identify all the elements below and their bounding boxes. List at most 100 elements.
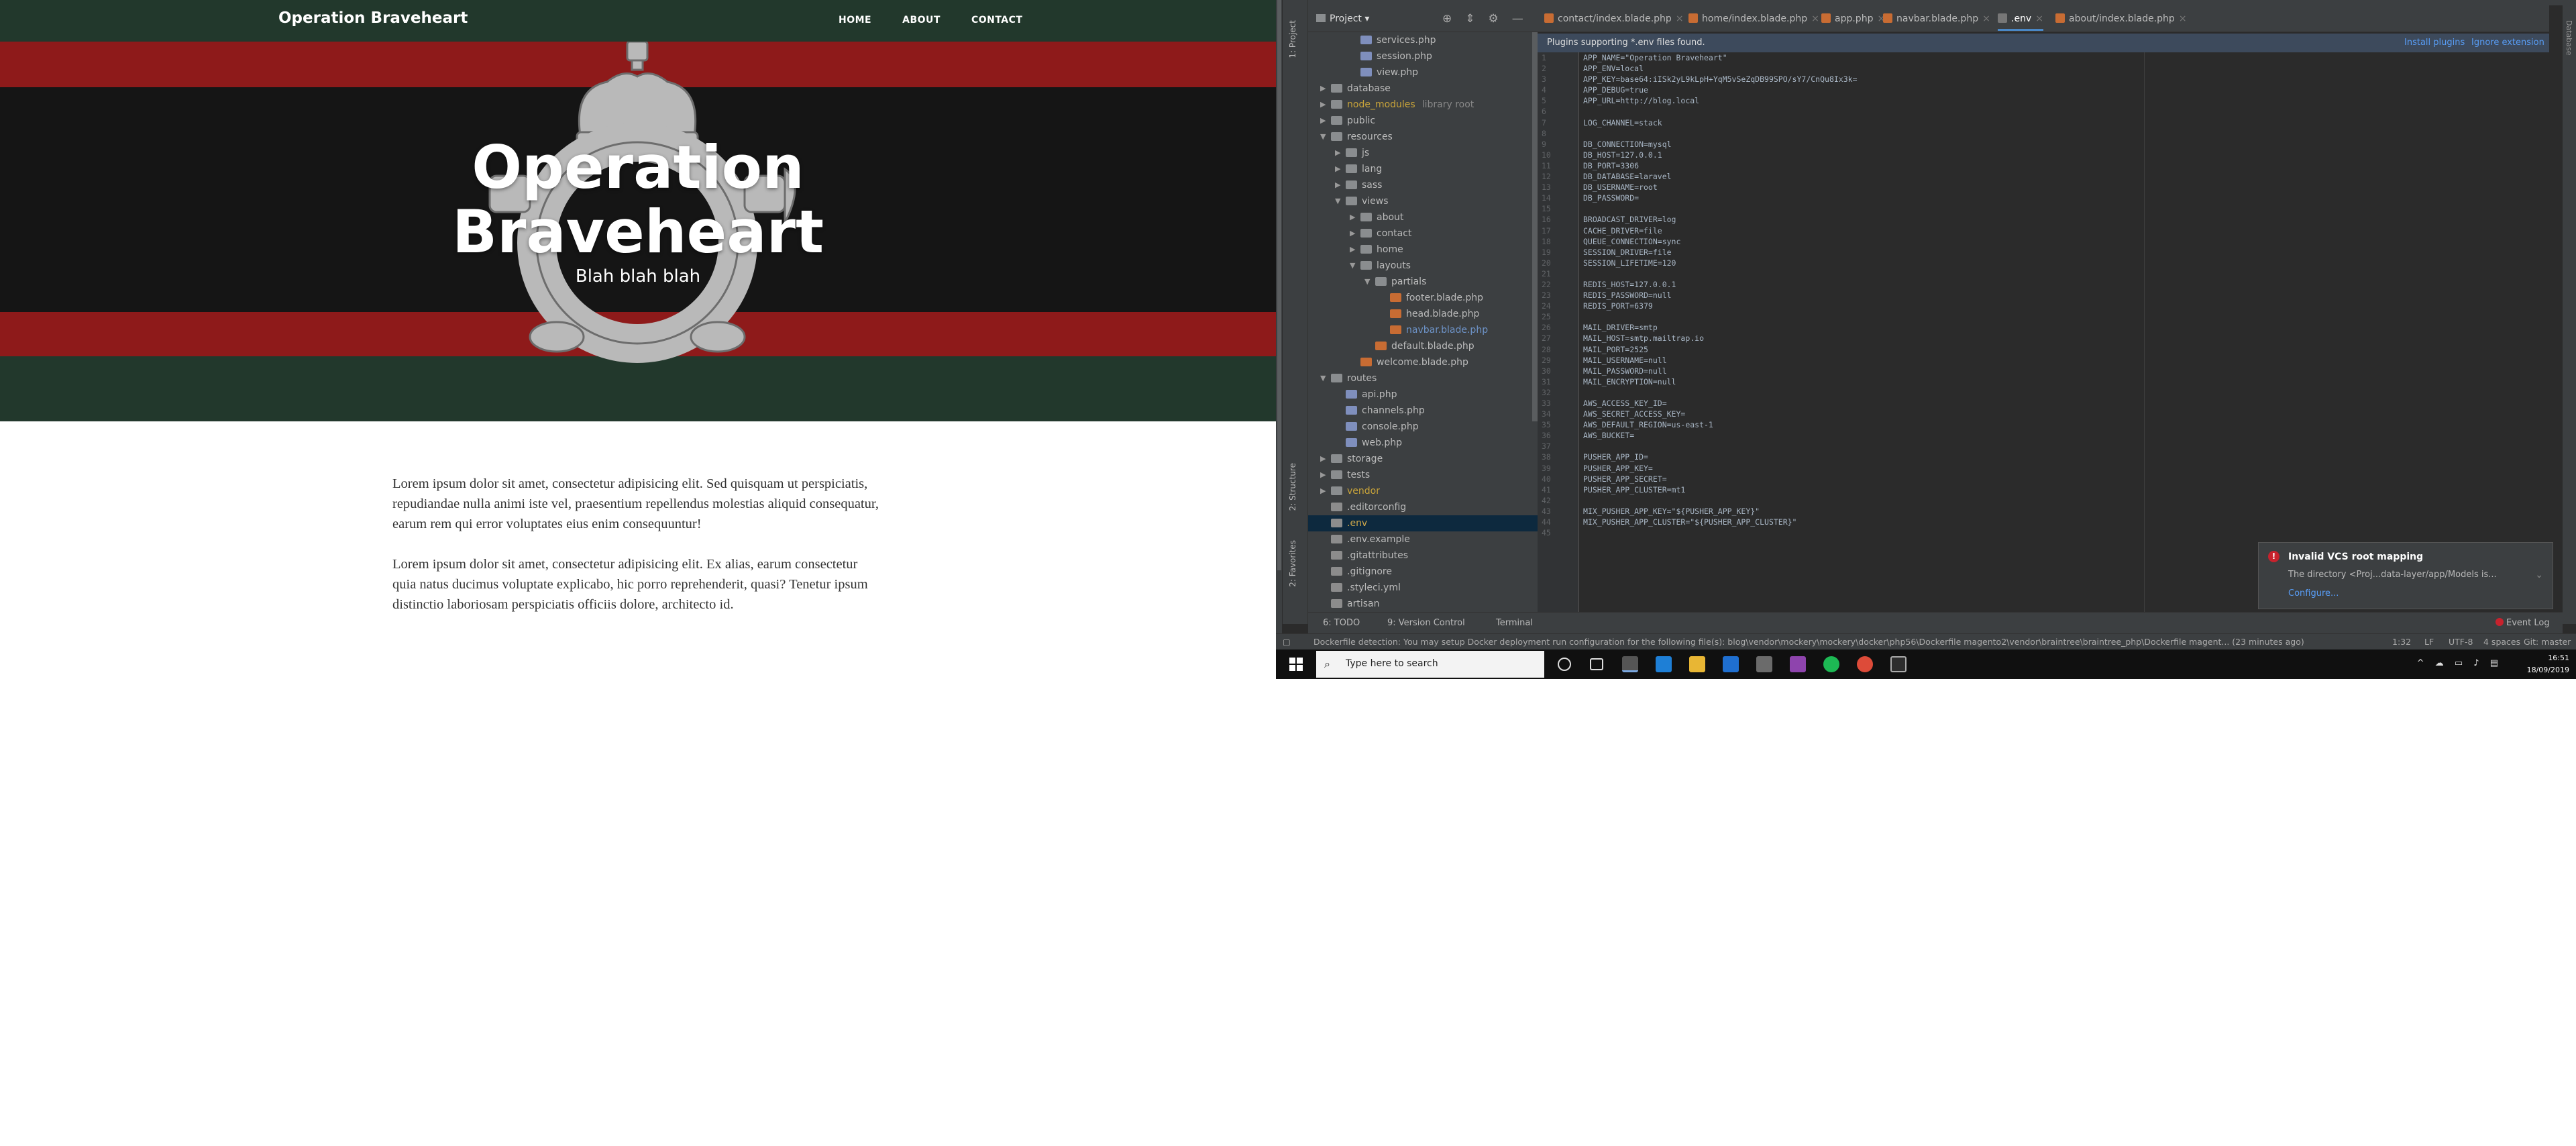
project-tree-item[interactable]: console.php xyxy=(1308,419,1538,435)
app-taskbar-icon[interactable] xyxy=(1756,656,1772,672)
project-tree-item[interactable]: ▶ vendor xyxy=(1308,483,1538,499)
cortana-icon[interactable] xyxy=(1558,658,1571,671)
collapsed-arrow-icon[interactable]: ▶ xyxy=(1335,145,1343,161)
code-line[interactable]: PUSHER_APP_CLUSTER=mt1 xyxy=(1583,484,2160,495)
line-separator[interactable]: LF xyxy=(2424,637,2434,647)
code-line[interactable]: DB_PASSWORD= xyxy=(1583,193,2160,203)
code-line[interactable]: REDIS_PORT=6379 xyxy=(1583,301,2160,311)
project-tree-item[interactable]: .env xyxy=(1308,515,1538,531)
collapsed-arrow-icon[interactable]: ▶ xyxy=(1320,483,1328,499)
code-line[interactable] xyxy=(1583,387,2160,398)
gear-icon[interactable]: ⚙ xyxy=(1489,12,1499,25)
project-tree-item[interactable]: artisan xyxy=(1308,596,1538,612)
project-tree-item[interactable]: ▶ lang xyxy=(1308,161,1538,177)
code-line[interactable]: LOG_CHANNEL=stack xyxy=(1583,117,2160,128)
code-line[interactable]: REDIS_PASSWORD=null xyxy=(1583,290,2160,301)
project-tree-scrollbar[interactable] xyxy=(1532,32,1538,421)
code-line[interactable] xyxy=(1583,441,2160,452)
site-brand-link[interactable]: Operation Braveheart xyxy=(278,9,468,27)
code-line[interactable]: DB_HOST=127.0.0.1 xyxy=(1583,150,2160,160)
collapsed-arrow-icon[interactable]: ▶ xyxy=(1335,177,1343,193)
task-view-icon[interactable] xyxy=(1590,658,1603,670)
status-panel-toggle-icon[interactable]: ▢ xyxy=(1283,637,1291,647)
code-line[interactable]: AWS_SECRET_ACCESS_KEY= xyxy=(1583,409,2160,419)
project-tree-item[interactable]: ▶ tests xyxy=(1308,467,1538,483)
project-tree-item[interactable]: services.php xyxy=(1308,32,1538,48)
code-line[interactable] xyxy=(1583,106,2160,117)
project-tree-item[interactable]: api.php xyxy=(1308,386,1538,403)
system-tray-icons[interactable]: ^ ☁ ▭ ♪ ▤ xyxy=(2417,658,2502,668)
project-tree-item[interactable]: session.php xyxy=(1308,48,1538,64)
collapse-all-icon[interactable]: ⇕ xyxy=(1465,12,1474,25)
structure-tool-tab[interactable]: 2: Structure xyxy=(1288,463,1297,511)
project-tree-item[interactable]: footer.blade.php xyxy=(1308,290,1538,306)
expand-notification-icon[interactable]: ⌄ xyxy=(2535,570,2543,580)
code-line[interactable]: AWS_BUCKET= xyxy=(1583,430,2160,441)
project-tree-item[interactable]: ▼ views xyxy=(1308,193,1538,209)
file-encoding[interactable]: UTF-8 xyxy=(2449,637,2473,647)
editor-tab[interactable]: .env × xyxy=(1998,11,2043,31)
project-tree-item[interactable]: ▶ public xyxy=(1308,113,1538,129)
minimize-icon[interactable]: — xyxy=(1512,12,1523,25)
code-line[interactable]: APP_NAME="Operation Braveheart" xyxy=(1583,52,2160,63)
collapsed-arrow-icon[interactable]: ▶ xyxy=(1350,225,1358,242)
code-line[interactable]: MIX_PUSHER_APP_KEY="${PUSHER_APP_KEY}" xyxy=(1583,506,2160,517)
code-line[interactable] xyxy=(1583,495,2160,506)
locate-icon[interactable]: ⊕ xyxy=(1442,12,1452,25)
project-tree-item[interactable]: default.blade.php xyxy=(1308,338,1538,354)
collapsed-arrow-icon[interactable]: ▶ xyxy=(1320,451,1328,467)
project-tree-item[interactable]: channels.php xyxy=(1308,403,1538,419)
spotify-taskbar-icon[interactable] xyxy=(1823,656,1839,672)
project-tree-item[interactable]: .styleci.yml xyxy=(1308,580,1538,596)
project-tree-item[interactable]: ▶ contact xyxy=(1308,225,1538,242)
editor-tab[interactable]: contact/index.blade.php × xyxy=(1544,11,1684,31)
chrome-profile-taskbar-icon[interactable] xyxy=(1857,656,1873,672)
close-tab-icon[interactable]: × xyxy=(2035,13,2043,24)
code-line[interactable]: APP_ENV=local xyxy=(1583,63,2160,74)
windows-start-icon[interactable] xyxy=(1289,658,1303,671)
database-tool-tab[interactable]: Database xyxy=(2565,20,2573,56)
code-line[interactable] xyxy=(1583,203,2160,214)
project-tree-item[interactable]: .editorconfig xyxy=(1308,499,1538,515)
nav-home-link[interactable]: HOME xyxy=(839,15,871,25)
scrollbar-thumb[interactable] xyxy=(1277,0,1281,570)
status-message[interactable]: Dockerfile detection: You may setup Dock… xyxy=(1313,637,2304,647)
close-tab-icon[interactable]: × xyxy=(2179,13,2187,24)
project-tree-item[interactable]: ▼ layouts xyxy=(1308,258,1538,274)
project-tree-item[interactable]: web.php xyxy=(1308,435,1538,451)
code-line[interactable] xyxy=(1583,311,2160,322)
code-line[interactable]: APP_URL=http://blog.local xyxy=(1583,95,2160,106)
code-line[interactable]: CACHE_DRIVER=file xyxy=(1583,225,2160,236)
nav-about-link[interactable]: ABOUT xyxy=(902,15,941,25)
expanded-arrow-icon[interactable]: ▼ xyxy=(1350,258,1358,274)
chrome-taskbar-icon[interactable] xyxy=(1622,656,1638,672)
project-view-selector[interactable]: Project ▾ xyxy=(1330,13,1369,24)
close-tab-icon[interactable]: × xyxy=(1811,13,1819,24)
outlook-taskbar-icon[interactable] xyxy=(1723,656,1739,672)
code-line[interactable]: QUEUE_CONNECTION=sync xyxy=(1583,236,2160,247)
collapsed-arrow-icon[interactable]: ▶ xyxy=(1320,81,1328,97)
code-line[interactable]: APP_DEBUG=true xyxy=(1583,85,2160,95)
version-control-tool-button[interactable]: 9: Version Control xyxy=(1387,618,1465,628)
code-line[interactable]: MAIL_HOST=smtp.mailtrap.io xyxy=(1583,333,2160,344)
expanded-arrow-icon[interactable]: ▼ xyxy=(1320,129,1328,145)
caret-position[interactable]: 1:32 xyxy=(2392,637,2411,647)
code-line[interactable]: DB_USERNAME=root xyxy=(1583,182,2160,193)
collapsed-arrow-icon[interactable]: ▶ xyxy=(1320,113,1328,129)
editor-tab[interactable]: app.php × xyxy=(1821,11,1885,31)
project-tree-item[interactable]: .gitignore xyxy=(1308,564,1538,580)
code-line[interactable]: DB_DATABASE=laravel xyxy=(1583,171,2160,182)
collapsed-arrow-icon[interactable]: ▶ xyxy=(1350,209,1358,225)
code-line[interactable]: SESSION_DRIVER=file xyxy=(1583,247,2160,258)
ignore-extension-link[interactable]: Ignore extension xyxy=(2471,38,2544,48)
code-line[interactable]: BROADCAST_DRIVER=log xyxy=(1583,214,2160,225)
ide-divider-scrollbar[interactable] xyxy=(1276,0,1283,679)
editor-tab[interactable]: navbar.blade.php × xyxy=(1883,11,1990,31)
app-taskbar-icon-2[interactable] xyxy=(1890,656,1907,672)
project-tree-item[interactable]: .gitattributes xyxy=(1308,548,1538,564)
code-line[interactable]: MAIL_PASSWORD=null xyxy=(1583,366,2160,376)
project-tree-item[interactable]: head.blade.php xyxy=(1308,306,1538,322)
code-line[interactable]: AWS_ACCESS_KEY_ID= xyxy=(1583,398,2160,409)
code-line[interactable]: DB_CONNECTION=mysql xyxy=(1583,139,2160,150)
code-line[interactable]: PUSHER_APP_SECRET= xyxy=(1583,474,2160,484)
